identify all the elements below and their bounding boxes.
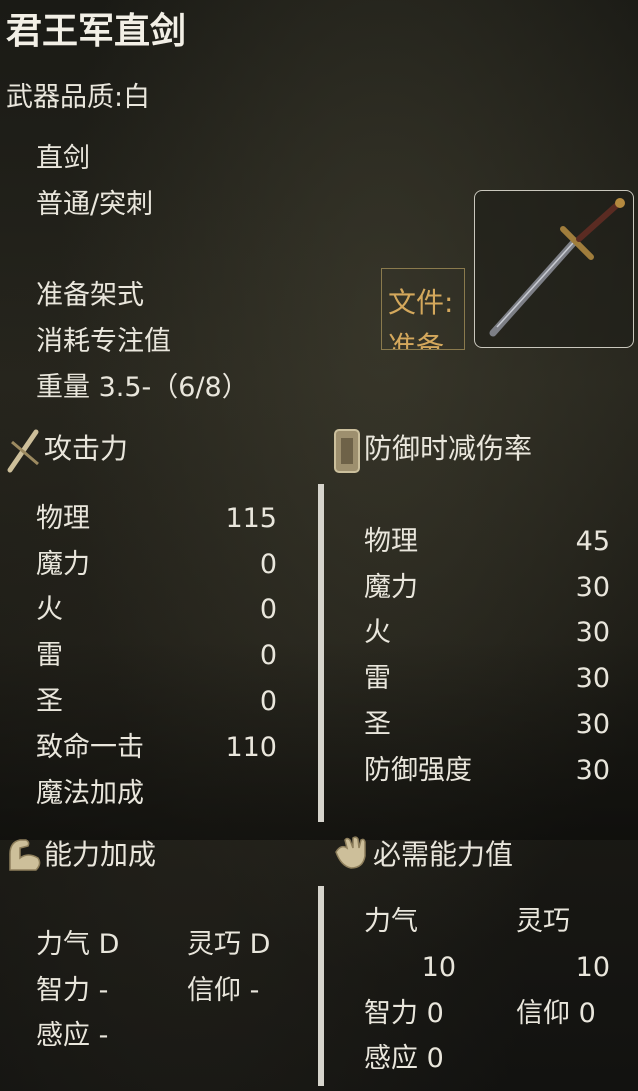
weapon-weight: 重量 3.5-（6/8）	[36, 372, 249, 403]
requirement-arc: 感应 0	[364, 1043, 444, 1074]
focus-cost-label: 消耗专注值	[36, 326, 171, 357]
attack-row-label: 致命一击	[36, 732, 144, 763]
file-prepare-box[interactable]: 文件: 准备	[381, 268, 465, 350]
attack-row-label: 魔力	[36, 549, 90, 580]
defense-row-value: 30	[575, 663, 610, 694]
attack-row-value: 0	[259, 686, 277, 717]
requirement-str-label: 力气	[364, 906, 418, 937]
attack-row-label: 火	[36, 594, 63, 625]
scaling-fai: 信仰 -	[187, 975, 260, 1006]
weapon-quality: 武器品质:白	[6, 82, 151, 113]
sword-icon	[6, 426, 42, 478]
attack-row-label: 物理	[36, 503, 90, 534]
attack-row-value: 0	[259, 594, 277, 625]
scaling-arc: 感应 -	[36, 1020, 109, 1051]
section-defense-title: 防御时减伤率	[364, 432, 533, 465]
defense-row-label: 物理	[364, 526, 418, 557]
shield-icon	[333, 428, 361, 478]
attack-row-value: 0	[259, 640, 277, 671]
weapon-name: 君王军直剑	[6, 11, 187, 52]
scaling-dex: 灵巧 D	[187, 929, 271, 960]
defense-row-label: 火	[364, 617, 391, 648]
weapon-type: 直剑	[36, 143, 90, 174]
straight-sword-image	[489, 198, 625, 337]
flexed-arm-icon	[6, 836, 44, 876]
defense-row-value: 45	[575, 526, 610, 557]
divider-scaling-requirements	[318, 886, 324, 1086]
requirement-str-value: 10	[421, 952, 456, 983]
defense-row-label: 魔力	[364, 572, 418, 603]
scaling-str: 力气 D	[36, 929, 120, 960]
requirement-int: 智力 0	[364, 998, 444, 1029]
section-requirements-title: 必需能力值	[373, 838, 514, 871]
defense-row-value: 30	[575, 709, 610, 740]
attack-type: 普通/突刺	[36, 189, 154, 220]
defense-row-value: 30	[575, 617, 610, 648]
defense-row-label: 雷	[364, 663, 391, 694]
weapon-image-frame	[474, 190, 634, 348]
defense-row-label: 圣	[364, 709, 391, 740]
scaling-int: 智力 -	[36, 975, 109, 1006]
open-hand-icon	[333, 834, 371, 876]
skill-name: 准备架式	[36, 280, 144, 311]
requirement-dex-value: 10	[575, 952, 610, 983]
defense-row-value: 30	[575, 572, 610, 603]
attack-row-value: 110	[225, 732, 277, 763]
file-label-prepare: 准备	[388, 330, 445, 350]
attack-row-label: 魔法加成	[36, 778, 144, 809]
attack-row-label: 圣	[36, 686, 63, 717]
defense-row-value: 30	[575, 755, 610, 786]
file-label: 文件:	[388, 286, 454, 319]
attack-row-label: 雷	[36, 640, 63, 671]
requirement-fai: 信仰 0	[516, 998, 596, 1029]
requirement-dex-label: 灵巧	[516, 906, 570, 937]
defense-row-label: 防御强度	[364, 755, 472, 786]
attack-row-value: 115	[225, 503, 277, 534]
divider-attack-defense	[318, 484, 324, 822]
section-scaling-title: 能力加成	[44, 838, 157, 871]
section-attack-title: 攻击力	[44, 432, 129, 465]
attack-row-value: 0	[259, 549, 277, 580]
